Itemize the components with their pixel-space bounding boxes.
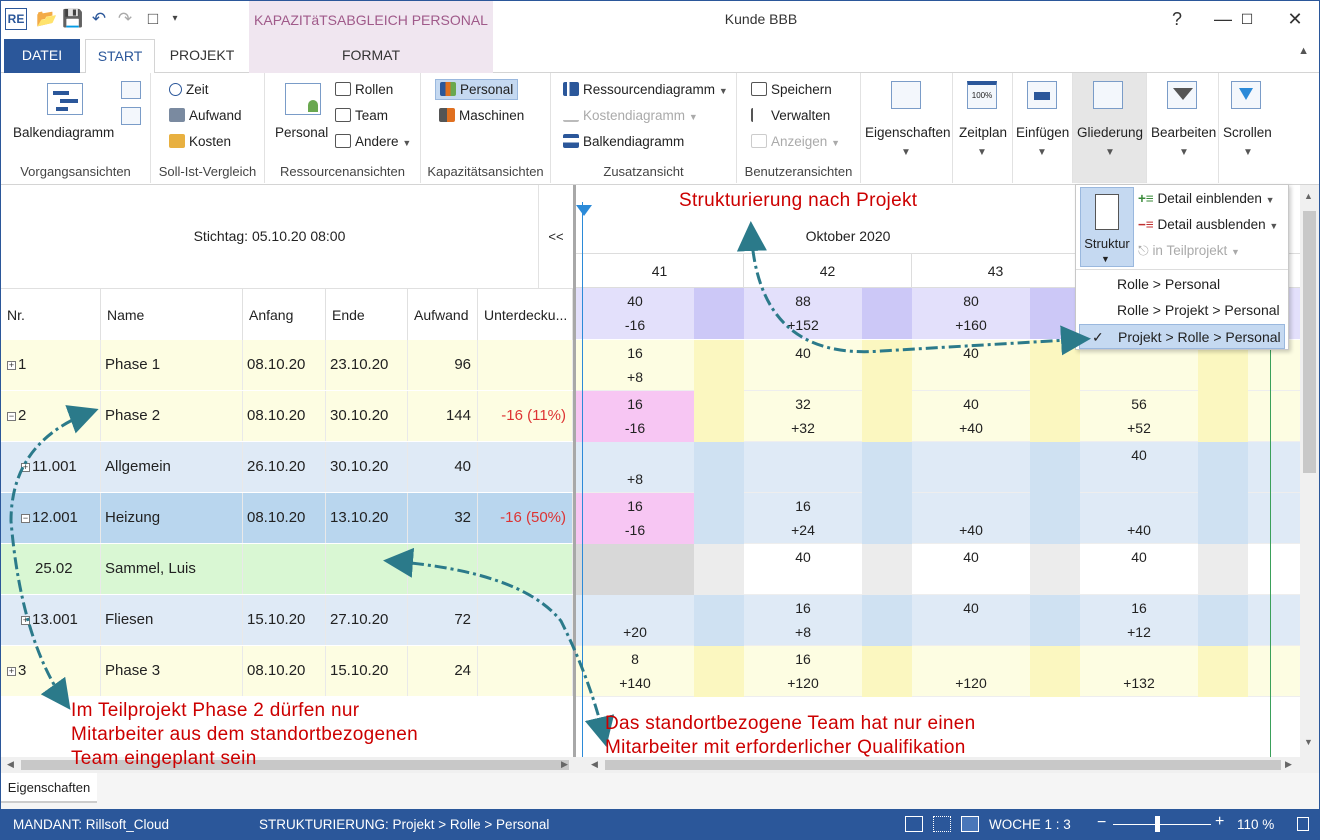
annotation-left-line-2: Mitarbeiter aus dem standortbezogenen bbox=[71, 724, 418, 745]
annotation-top: Strukturierung nach Projekt bbox=[679, 190, 918, 211]
annotation-left: Im Teilprojekt Phase 2 dürfen nur Mitarb… bbox=[71, 699, 511, 771]
annotation-right-line-2: Mitarbeiter mit erforderlicher Qualifika… bbox=[605, 737, 966, 758]
annotation-right: Das standortbezogene Team hat nur einen … bbox=[605, 712, 1065, 760]
annotation-left-line-3: Team eingeplant sein bbox=[71, 748, 257, 769]
arrow-top bbox=[736, 221, 1091, 356]
arrow-left bbox=[9, 405, 99, 710]
annotation-right-line-1: Das standortbezogene Team hat nur einen bbox=[605, 713, 976, 734]
application-window: RE 📂 💾 ↶ ↷ □ ▾ KAPAZITäTSABGLEICH PERSON… bbox=[0, 0, 1320, 840]
annotation-left-line-1: Im Teilprojekt Phase 2 dürfen nur bbox=[71, 700, 360, 721]
